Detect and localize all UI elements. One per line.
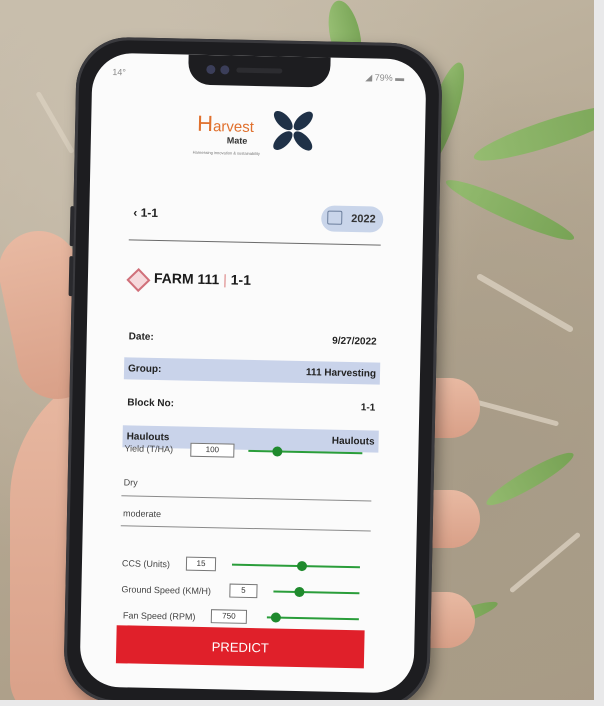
ccs-slider-track[interactable] xyxy=(231,563,360,569)
year-selector[interactable]: 2022 xyxy=(320,205,384,233)
battery-percent: 79% xyxy=(374,72,393,83)
volume-button xyxy=(68,256,74,297)
logo-sub: Mate xyxy=(226,135,248,146)
detail-key: Group: xyxy=(127,363,162,376)
ground-speed-slider-thumb[interactable] xyxy=(294,586,305,598)
straw xyxy=(35,90,75,155)
detail-value: Haulouts xyxy=(331,435,375,448)
camera-icon xyxy=(206,64,216,75)
speaker xyxy=(236,67,283,74)
status-battery: ◢ 79% ▬ xyxy=(365,72,404,84)
volume-button xyxy=(69,206,75,247)
ccs-input[interactable]: 15 xyxy=(185,556,217,572)
straw xyxy=(475,272,575,334)
image-border xyxy=(0,700,604,706)
logo-x-icon xyxy=(273,110,313,151)
detail-value: 9/27/2022 xyxy=(332,335,377,348)
logo-wordmark: Harvest xyxy=(196,110,255,137)
corn-leaf xyxy=(469,95,604,171)
detail-value: 111 Harvesting xyxy=(305,367,377,380)
intensity-underline xyxy=(120,525,371,532)
yield-input[interactable]: 100 xyxy=(190,442,235,458)
ground-speed-slider-track[interactable] xyxy=(273,590,360,595)
smartphone: 14° ◢ 79% ▬ Harvest Mate Harnessing inno… xyxy=(63,36,443,706)
fan-speed-input[interactable]: 750 xyxy=(210,609,248,624)
condition-underline xyxy=(121,495,372,502)
fan-speed-slider-thumb[interactable] xyxy=(270,612,282,623)
detail-key: Block No: xyxy=(127,397,175,410)
fan-speed-label: Fan Speed (RPM) xyxy=(122,610,196,622)
corn-leaf xyxy=(482,446,578,512)
detail-key: Date: xyxy=(128,331,154,343)
back-button[interactable]: ‹ 1-1 xyxy=(133,205,158,220)
condition-field[interactable]: Dry xyxy=(124,477,138,487)
ccs-slider-thumb[interactable] xyxy=(297,560,308,572)
intensity-field[interactable]: moderate xyxy=(123,508,161,519)
year-label: 2022 xyxy=(351,213,376,226)
harvest-mate-logo: Harvest Mate Harnessing innovation & sus… xyxy=(192,105,327,168)
status-time: 14° xyxy=(112,66,126,78)
straw xyxy=(470,398,560,427)
app-screen: 14° ◢ 79% ▬ Harvest Mate Harnessing inno… xyxy=(79,52,427,694)
ground-speed-label: Ground Speed (KM/H) xyxy=(121,584,212,597)
detail-value: 1-1 xyxy=(360,402,376,414)
field-background: 14° ◢ 79% ▬ Harvest Mate Harnessing inno… xyxy=(0,0,604,706)
yield-label: Yield (T/HA) xyxy=(124,443,174,455)
calendar-icon xyxy=(327,210,343,225)
yield-slider-thumb[interactable] xyxy=(271,446,282,457)
ground-speed-input[interactable]: 5 xyxy=(229,583,258,599)
divider xyxy=(128,239,381,246)
farm-title: FARM 111 | 1-1 xyxy=(153,269,252,288)
ccs-label: CCS (Units) xyxy=(121,558,171,570)
notch xyxy=(188,54,331,88)
image-border xyxy=(594,0,604,706)
battery-icon: ▬ xyxy=(392,72,405,84)
detail-row: Group: 111 Harvesting xyxy=(123,357,381,385)
corn-leaf xyxy=(441,172,579,248)
detail-row: Block No: 1-1 xyxy=(123,391,379,418)
straw xyxy=(508,531,582,594)
detail-key: Haulouts xyxy=(126,431,170,444)
camera-icon xyxy=(220,65,230,75)
farm-icon xyxy=(126,268,151,293)
predict-button[interactable]: PREDICT xyxy=(115,625,365,669)
logo-tagline: Harnessing innovation & sustainability xyxy=(192,149,261,157)
detail-row: Date: 9/27/2022 xyxy=(125,325,381,352)
